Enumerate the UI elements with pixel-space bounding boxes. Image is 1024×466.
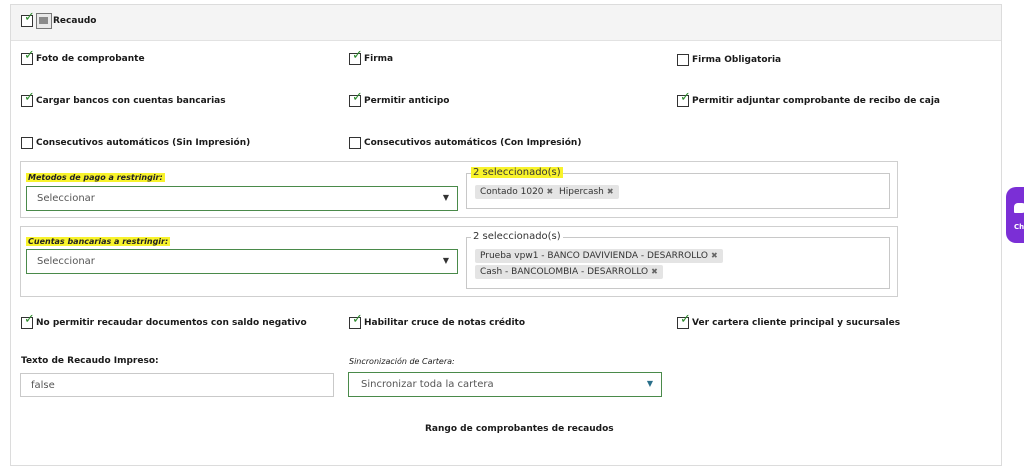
payment-chip-label: Contado 1020	[480, 187, 544, 197]
panel-header: ✓ Recaudo	[11, 5, 1001, 41]
remove-chip-icon[interactable]: ✖	[711, 251, 718, 260]
consecutivos-sin-impresion-checkbox[interactable]	[21, 137, 33, 149]
bank-accounts-selected-legend: 2 seleccionado(s)	[471, 231, 563, 242]
chevron-down-icon: ▼	[442, 256, 449, 265]
bank-accounts-label: Cuentas bancarias a restringir:	[26, 237, 171, 246]
cargar-bancos-label: Cargar bancos con cuentas bancarias	[36, 96, 226, 106]
payment-methods-selected-legend: 2 seleccionado(s)	[471, 167, 563, 178]
no-saldo-negativo-label: No permitir recaudar documentos con sald…	[36, 318, 307, 328]
payment-chip-label: Hipercash	[559, 187, 604, 197]
chat-bubble-icon	[1014, 203, 1024, 213]
bank-accounts-select-value: Seleccionar	[37, 256, 95, 267]
payment-methods-select-value: Seleccionar	[37, 193, 95, 204]
sync-select[interactable]: Sincronizar toda la cartera ▼	[348, 372, 662, 397]
sync-select-value: Sincronizar toda la cartera	[361, 379, 494, 390]
printed-text-input[interactable]: false	[20, 373, 334, 397]
bank-chip-davivienda[interactable]: Prueba vpw1 - BANCO DAVIVIENDA - DESARRO…	[475, 249, 723, 263]
ver-cartera-checkbox[interactable]: ✓	[677, 313, 691, 329]
foto-comprobante-label: Foto de comprobante	[36, 54, 145, 64]
remove-chip-icon[interactable]: ✖	[651, 267, 658, 276]
consecutivos-sin-impresion-label: Consecutivos automáticos (Sin Impresión)	[36, 138, 251, 148]
consecutivos-con-impresion-checkbox[interactable]	[349, 137, 361, 149]
bank-accounts-selected-box: 2 seleccionado(s) Prueba vpw1 - BANCO DA…	[466, 231, 890, 289]
adjuntar-comprobante-label: Permitir adjuntar comprobante de recibo …	[692, 96, 940, 106]
chevron-down-icon: ▼	[442, 193, 449, 202]
bank-chip-bancolombia[interactable]: Cash - BANCOLOMBIA - DESARROLLO ✖	[475, 265, 663, 279]
panel-title: Recaudo	[53, 16, 97, 26]
cruce-notas-label: Habilitar cruce de notas crédito	[364, 318, 526, 328]
payment-chip-hipercash[interactable]: Hipercash ✖	[554, 185, 619, 199]
no-saldo-negativo-checkbox[interactable]: ✓	[21, 313, 35, 329]
cruce-notas-checkbox[interactable]: ✓	[349, 313, 363, 329]
recaudo-module-icon	[36, 13, 52, 29]
payment-methods-label: Metodos de pago a restringir:	[26, 173, 165, 182]
payment-chip-contado[interactable]: Contado 1020 ✖	[475, 185, 559, 199]
printed-text-value: false	[31, 380, 55, 391]
chat-tab-label: Cha	[1014, 223, 1024, 231]
firma-label: Firma	[364, 54, 394, 64]
adjuntar-comprobante-checkbox[interactable]: ✓	[677, 91, 691, 107]
permitir-anticipo-label: Permitir anticipo	[364, 96, 450, 106]
recaudo-checkbox[interactable]: ✓	[21, 11, 35, 27]
sync-label: Sincronización de Cartera:	[349, 357, 455, 366]
cargar-bancos-checkbox[interactable]: ✓	[21, 91, 35, 107]
remove-chip-icon[interactable]: ✖	[607, 187, 614, 196]
foto-comprobante-checkbox[interactable]: ✓	[21, 49, 35, 65]
bank-accounts-select[interactable]: Seleccionar ▼	[26, 249, 458, 274]
payment-methods-select[interactable]: Seleccionar ▼	[26, 186, 458, 211]
bank-accounts-restriction: Cuentas bancarias a restringir: Seleccio…	[20, 226, 898, 297]
bank-chip-label: Prueba vpw1 - BANCO DAVIVIENDA - DESARRO…	[480, 251, 709, 261]
firma-obligatoria-checkbox[interactable]	[677, 54, 689, 66]
firma-obligatoria-label: Firma Obligatoria	[692, 55, 782, 65]
chat-side-tab[interactable]: Cha	[1006, 187, 1024, 243]
firma-checkbox[interactable]: ✓	[349, 49, 363, 65]
ver-cartera-label: Ver cartera cliente principal y sucursal…	[692, 318, 901, 328]
payment-methods-restriction: Metodos de pago a restringir: Selecciona…	[20, 161, 898, 218]
payment-methods-selected-box: 2 seleccionado(s) Contado 1020 ✖ Hipercas…	[466, 167, 890, 209]
consecutivos-con-impresion-label: Consecutivos automáticos (Con Impresión)	[364, 138, 582, 148]
chevron-down-icon: ▼	[646, 379, 653, 388]
bank-chip-label: Cash - BANCOLOMBIA - DESARROLLO	[480, 267, 649, 277]
remove-chip-icon[interactable]: ✖	[547, 187, 554, 196]
range-title: Rango de comprobantes de recaudos	[425, 424, 614, 434]
recaudo-panel: ✓ Recaudo ✓ Foto de comprobante ✓ Firma …	[10, 4, 1002, 466]
printed-text-label: Texto de Recaudo Impreso:	[21, 356, 159, 366]
permitir-anticipo-checkbox[interactable]: ✓	[349, 91, 363, 107]
